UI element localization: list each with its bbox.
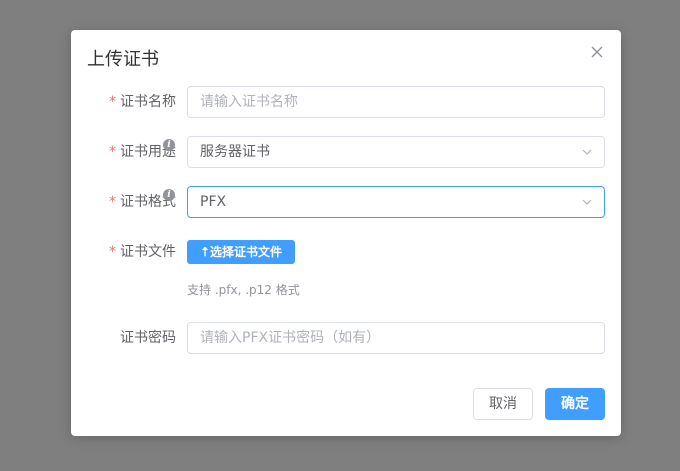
certificate-usage-select[interactable]: 服务器证书 (187, 136, 605, 168)
form-row-password: 证书密码 (71, 322, 621, 354)
form-row-usage: * 证书用途 i 服务器证书 (71, 136, 621, 168)
certificate-name-input[interactable] (187, 86, 605, 118)
required-mark: * (109, 144, 116, 160)
format-selected-value: PFX (200, 194, 227, 210)
required-mark: * (109, 194, 116, 210)
form-row-name: * 证书名称 (71, 86, 621, 118)
chevron-down-icon (582, 199, 592, 205)
required-mark: * (109, 94, 116, 110)
info-icon[interactable]: i (163, 189, 175, 201)
chevron-down-icon (582, 149, 592, 155)
dialog-title: 上传证书 (87, 49, 159, 70)
form-row-format: * 证书格式 i PFX (71, 186, 621, 218)
form-row-file: * 证书文件 ⇡选择证书文件 (71, 236, 621, 268)
name-label-text: 证书名称 (120, 94, 176, 110)
certificate-format-select[interactable]: PFX (187, 186, 605, 218)
info-icon[interactable]: i (163, 139, 175, 151)
close-icon[interactable] (589, 44, 605, 60)
cancel-button[interactable]: 取消 (473, 388, 533, 420)
usage-selected-value: 服务器证书 (200, 144, 270, 160)
file-label: * 证书文件 (109, 236, 176, 268)
confirm-button[interactable]: 确定 (545, 388, 605, 420)
password-label: 证书密码 (120, 322, 176, 354)
select-file-label: 选择证书文件 (210, 245, 283, 259)
required-mark: * (109, 244, 116, 260)
upload-certificate-dialog: 上传证书 *证书名称 *证书用途 i 服务器证书 *证书格式 i PFX (71, 30, 621, 436)
file-format-hint: 支持 .pfx, .p12 格式 (187, 283, 300, 297)
select-certificate-file-button[interactable]: ⇡选择证书文件 (187, 240, 295, 264)
password-label-text: 证书密码 (120, 330, 176, 346)
file-label-text: 证书文件 (120, 244, 176, 260)
name-label: * 证书名称 (109, 86, 176, 118)
certificate-password-input[interactable] (187, 322, 605, 354)
upload-icon: ⇡ (199, 245, 211, 259)
